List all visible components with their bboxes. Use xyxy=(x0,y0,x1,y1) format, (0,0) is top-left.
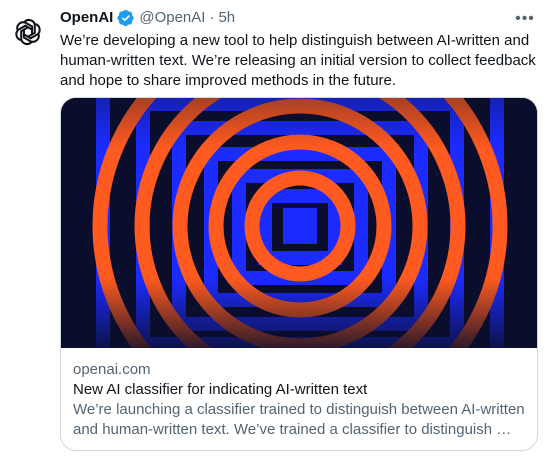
verified-badge-icon xyxy=(117,9,135,27)
avatar[interactable] xyxy=(8,12,48,52)
card-title[interactable]: New AI classifier for indicating AI-writ… xyxy=(73,380,527,400)
separator-dot: · xyxy=(209,9,215,26)
link-card[interactable]: openai.com New AI classifier for indicat… xyxy=(60,97,538,451)
card-description: We’re launching a classifier trained to … xyxy=(73,401,525,438)
tweet[interactable]: OpenAI @OpenAI · 5h ••• We’re developing… xyxy=(0,0,550,456)
openai-logo-icon xyxy=(15,19,41,45)
tweet-header: OpenAI @OpenAI · 5h xyxy=(60,6,235,30)
more-options-icon[interactable]: ••• xyxy=(514,8,536,30)
card-body: openai.com New AI classifier for indicat… xyxy=(61,348,537,440)
concentric-circles-artwork xyxy=(61,98,537,348)
tweet-text: We’re developing a new tool to help dist… xyxy=(60,32,536,89)
card-domain: openai.com xyxy=(73,361,151,378)
card-image[interactable] xyxy=(61,98,537,348)
author-name[interactable]: OpenAI xyxy=(60,8,113,28)
author-handle[interactable]: @OpenAI xyxy=(139,8,205,28)
timestamp[interactable]: 5h xyxy=(218,8,235,28)
